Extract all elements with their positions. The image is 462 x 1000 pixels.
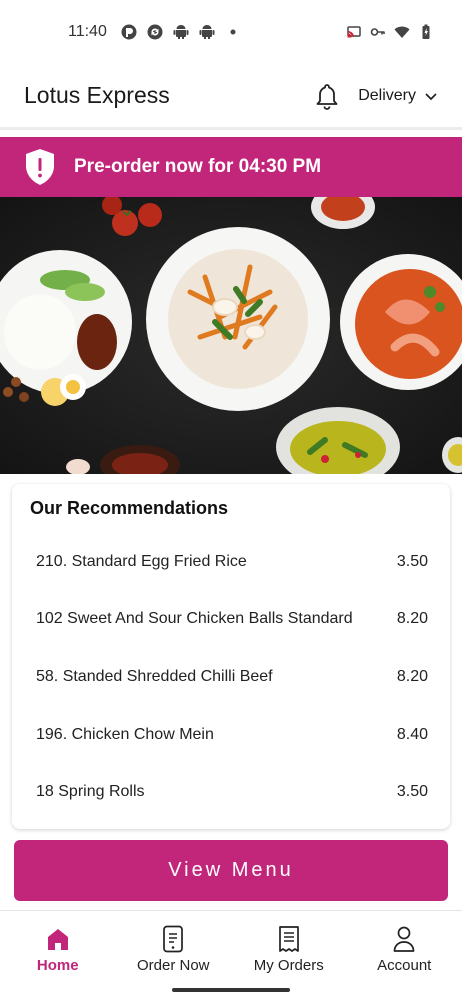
recommendations-list: 210. Standard Egg Fried Rice 3.50 102 Sw… xyxy=(30,533,432,821)
view-menu-button[interactable]: View Menu xyxy=(14,840,448,901)
sync-icon xyxy=(147,24,163,40)
app-title: Lotus Express xyxy=(24,82,170,108)
gesture-bar[interactable] xyxy=(172,988,290,992)
nav-item-home[interactable]: Home xyxy=(0,911,116,1000)
item-price: 8.40 xyxy=(396,725,428,743)
recommendation-item[interactable]: 102 Sweet And Sour Chicken Balls Standar… xyxy=(30,591,432,649)
item-name: 58. Standed Shredded Chilli Beef xyxy=(36,667,273,685)
item-name: 210. Standard Egg Fried Rice xyxy=(36,552,247,570)
nav-label: Order Now xyxy=(136,957,210,974)
status-right-icons xyxy=(346,24,434,40)
app-header: Lotus Express Delivery xyxy=(0,64,462,130)
nav-label: Account xyxy=(377,957,432,974)
nav-label: My Orders xyxy=(253,957,324,974)
android-icon xyxy=(199,25,215,39)
key-icon xyxy=(370,28,385,36)
item-price: 3.50 xyxy=(396,783,428,801)
recommendation-item[interactable]: 18 Spring Rolls 3.50 xyxy=(30,763,432,821)
status-left-icons xyxy=(121,24,241,40)
android-icon xyxy=(173,25,189,39)
pocket-icon xyxy=(121,24,137,40)
recommendations-card: Our Recommendations 210. Standard Egg Fr… xyxy=(12,484,450,829)
hero-food-image xyxy=(0,197,462,474)
nav-item-account[interactable]: Account xyxy=(347,911,462,1000)
nav-item-order-now[interactable]: Order Now xyxy=(116,911,232,1000)
battery-icon xyxy=(422,24,430,39)
shield-alert-icon xyxy=(26,149,54,185)
item-price: 8.20 xyxy=(396,610,428,628)
wifi-icon xyxy=(394,26,410,38)
item-name: 102 Sweet And Sour Chicken Balls Standar… xyxy=(36,610,353,628)
chevron-down-icon xyxy=(425,92,437,100)
recommendations-title: Our Recommendations xyxy=(30,498,229,518)
nav-label: Home xyxy=(36,957,79,974)
preorder-banner[interactable]: Pre-order now for 04:30 PM xyxy=(0,137,462,197)
receipt-icon xyxy=(275,925,303,953)
status-bar: 11:40 xyxy=(0,0,462,64)
delivery-label: Delivery xyxy=(358,86,416,104)
nav-item-my-orders[interactable]: My Orders xyxy=(231,911,347,1000)
preorder-text: Pre-order now for 04:30 PM xyxy=(74,156,322,177)
item-price: 8.20 xyxy=(396,667,428,685)
recommendation-item[interactable]: 210. Standard Egg Fried Rice 3.50 xyxy=(30,533,432,591)
item-name: 18 Spring Rolls xyxy=(36,783,145,801)
recommendation-item[interactable]: 196. Chicken Chow Mein 8.40 xyxy=(30,706,432,764)
user-icon xyxy=(390,925,418,953)
delivery-dropdown[interactable]: Delivery xyxy=(358,87,438,105)
cast-icon xyxy=(347,26,361,38)
status-time: 11:40 xyxy=(68,23,107,40)
home-icon xyxy=(44,925,72,953)
recommendation-item[interactable]: 58. Standed Shredded Chilli Beef 8.20 xyxy=(30,648,432,706)
phone-icon xyxy=(159,925,187,953)
item-name: 196. Chicken Chow Mein xyxy=(36,725,214,743)
item-price: 3.50 xyxy=(396,552,428,570)
bottom-nav: Home Order Now My Orders Account xyxy=(0,910,462,1000)
notifications-button[interactable] xyxy=(312,81,342,111)
dot-icon xyxy=(230,29,236,35)
bell-icon xyxy=(316,83,338,110)
